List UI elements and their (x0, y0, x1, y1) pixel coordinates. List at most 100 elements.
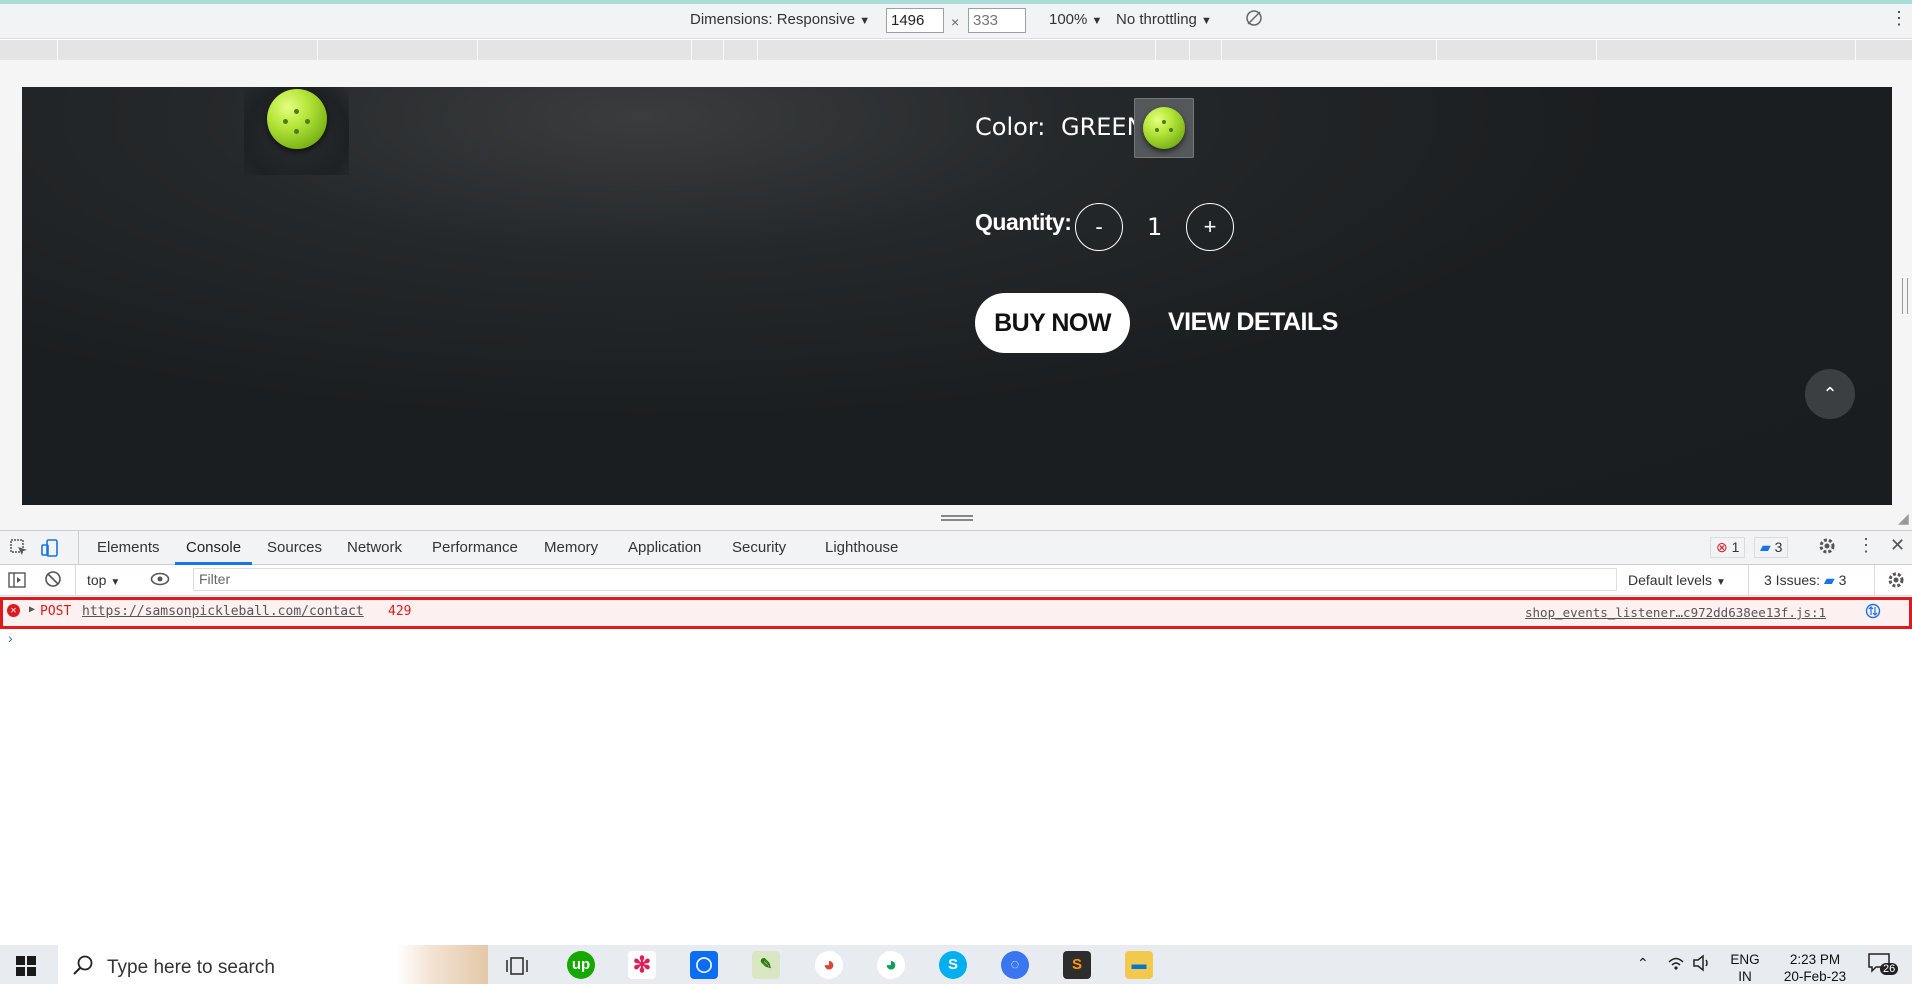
tab-performance[interactable]: Performance (432, 539, 518, 556)
close-devtools-icon[interactable]: ✕ (1890, 535, 1905, 556)
quantity-increase-button[interactable]: + (1186, 203, 1234, 251)
color-option: Color: GREEN (975, 113, 1145, 141)
console-error-message[interactable]: ✕ ▶ POST https://samsonpickleball.com/co… (0, 597, 1912, 629)
tab-elements[interactable]: Elements (97, 539, 160, 556)
clear-console-icon[interactable] (44, 570, 62, 591)
tab-lighthouse[interactable]: Lighthouse (825, 539, 898, 556)
network-wifi-icon[interactable] (1667, 954, 1685, 975)
product-image[interactable] (244, 87, 349, 175)
chevron-down-icon: ▼ (110, 577, 121, 588)
sublime-text-icon[interactable]: S (1063, 951, 1091, 979)
rotate-icon[interactable] (1245, 9, 1263, 31)
settings-gear-icon[interactable] (1817, 536, 1837, 560)
buy-now-button[interactable]: BUY NOW (975, 293, 1130, 353)
divider (1874, 565, 1875, 595)
corner-resize-icon[interactable]: ◢ (1898, 510, 1909, 527)
tab-application[interactable]: Application (628, 539, 701, 556)
skype-icon[interactable]: S (939, 951, 967, 979)
language-indicator[interactable]: ENG IN (1728, 951, 1762, 985)
search-placeholder: Type here to search (107, 957, 275, 978)
tab-network[interactable]: Network (347, 539, 402, 556)
pickleball-image (267, 89, 327, 149)
notepad-app-icon[interactable]: ✎ (752, 951, 780, 979)
error-source-link[interactable]: shop_events_listener…c972dd638ee13f.js:1 (1525, 605, 1826, 620)
zoom-dropdown[interactable]: 100% ▼ (1049, 11, 1102, 28)
divider (78, 531, 79, 564)
viewport-width-input[interactable] (886, 8, 944, 33)
context-selector[interactable]: top ▼ (87, 572, 120, 588)
expand-triangle-icon[interactable]: ▶ (29, 604, 35, 615)
color-value: GREEN (1060, 113, 1145, 141)
tray-chevron-up-icon[interactable]: ⌃ (1637, 955, 1649, 972)
signal-icon[interactable]: ◌ (1001, 951, 1029, 979)
chrome-icon[interactable]: ◕ (815, 951, 843, 979)
search-icon (72, 954, 94, 982)
slack-icon[interactable]: ✻ (628, 951, 656, 979)
divider (75, 565, 76, 595)
console-settings-gear-icon[interactable] (1886, 570, 1906, 593)
device-toolbar: Dimensions: Responsive ▼ × 100% ▼ No thr… (0, 4, 1912, 39)
divider (1748, 565, 1749, 595)
tab-sources[interactable]: Sources (267, 539, 322, 556)
error-count: 1 (1731, 539, 1740, 555)
inspect-element-icon[interactable] (9, 538, 29, 562)
device-toolbar-toggle-icon[interactable] (40, 538, 60, 562)
tab-memory[interactable]: Memory (544, 539, 598, 556)
console-toolbar: top ▼ Filter Default levels ▼ 3 Issues: … (0, 565, 1912, 596)
language-top: ENG (1730, 952, 1760, 967)
throttling-dropdown[interactable]: No throttling ▼ (1116, 11, 1212, 28)
context-label: top (87, 572, 107, 588)
sidebar-toggle-icon[interactable] (8, 571, 26, 592)
upwork-icon[interactable]: up (567, 951, 595, 979)
log-levels-label: Default levels (1628, 572, 1713, 588)
color-swatch-green[interactable] (1134, 98, 1194, 158)
quantity-decrease-button[interactable]: - (1075, 203, 1123, 251)
issues-count: 3 (1838, 572, 1847, 588)
error-count-badge[interactable]: ⊗ 1 (1710, 537, 1746, 558)
clock[interactable]: 2:23 PM 20-Feb-23 (1775, 951, 1855, 985)
throttling-label: No throttling (1116, 11, 1197, 28)
dimensions-label: Dimensions: Responsive (690, 11, 856, 28)
color-label: Color: (975, 113, 1046, 141)
more-options-icon[interactable]: ⋮ (1890, 8, 1908, 29)
file-explorer-icon[interactable]: ▬ (1125, 951, 1153, 979)
chevron-down-icon: ▼ (1091, 15, 1103, 27)
scroll-to-top-button[interactable]: ⌃ (1805, 369, 1855, 419)
error-icon: ⊗ (1716, 539, 1728, 555)
circle-app-icon[interactable]: ◯ (690, 951, 718, 979)
tab-console[interactable]: Console (186, 539, 241, 556)
log-levels-dropdown[interactable]: Default levels ▼ (1628, 572, 1726, 588)
zoom-label: 100% (1049, 11, 1088, 28)
taskbar-search-box[interactable]: Type here to search (58, 945, 488, 984)
clock-time: 2:23 PM (1789, 952, 1841, 967)
tab-security[interactable]: Security (732, 539, 786, 556)
filter-input[interactable]: Filter (193, 568, 1617, 591)
more-options-icon[interactable]: ⋮ (1857, 535, 1875, 556)
side-resize-handle-icon[interactable] (1902, 278, 1908, 314)
product-page-viewport: Color: GREEN Quantity: - 1 + BUY NOW VIE… (22, 87, 1892, 505)
chevron-down-icon: ▼ (1715, 577, 1726, 588)
error-url-link[interactable]: https://samsonpickleball.com/contact (82, 604, 364, 619)
notification-count: 26 (1880, 963, 1899, 975)
message-icon: ▰ (1760, 539, 1771, 555)
search-highlight-image (396, 945, 488, 984)
chrome-profile-icon[interactable]: ◕ (877, 951, 905, 979)
error-status: 429 (388, 604, 412, 619)
clock-date: 20-Feb-23 (1783, 969, 1847, 984)
dimensions-dropdown[interactable]: Dimensions: Responsive ▼ (690, 11, 870, 28)
notifications-button[interactable]: 26 (1868, 953, 1899, 976)
network-request-icon[interactable] (1865, 603, 1881, 623)
windows-start-icon[interactable] (16, 956, 36, 981)
issues-button[interactable]: 3 Issues: ▰ 3 (1764, 572, 1846, 589)
view-details-link[interactable]: VIEW DETAILS (1168, 308, 1338, 337)
task-view-icon[interactable] (506, 956, 528, 981)
volume-icon[interactable] (1692, 953, 1712, 976)
console-prompt[interactable]: › (8, 630, 13, 646)
eye-icon[interactable] (150, 571, 170, 590)
viewport-height-input[interactable] (968, 8, 1026, 33)
message-count-badge[interactable]: ▰ 3 (1754, 537, 1789, 558)
drag-handle-icon[interactable] (941, 515, 973, 521)
message-icon: ▰ (1823, 572, 1835, 588)
times-sign: × (951, 14, 960, 30)
chevron-up-icon: ⌃ (1822, 384, 1838, 404)
